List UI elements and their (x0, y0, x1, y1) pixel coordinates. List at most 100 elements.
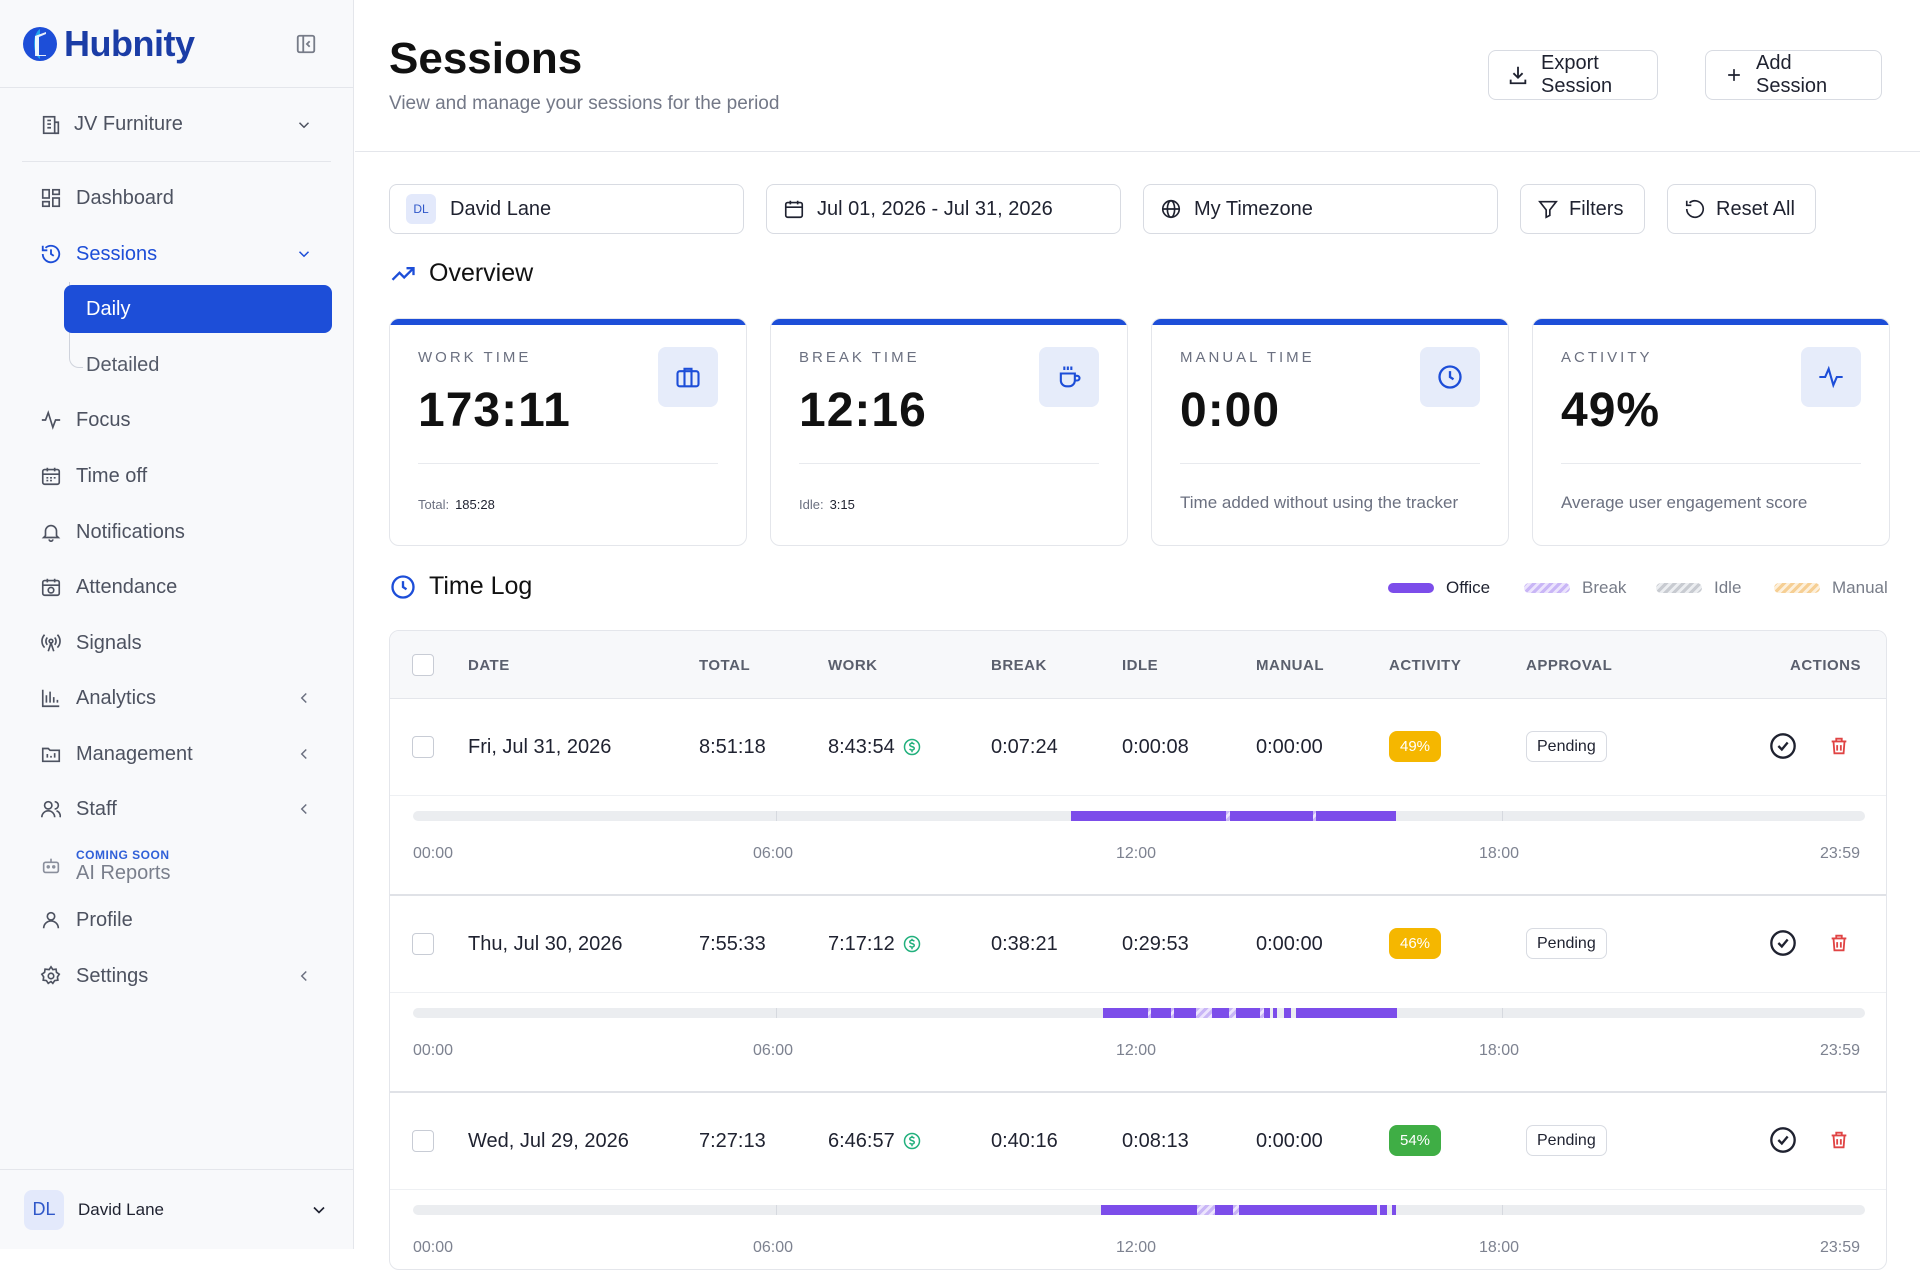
office-segment[interactable] (1211, 1008, 1230, 1018)
approve-check-icon[interactable] (1768, 731, 1798, 761)
sidebar-item-attendance[interactable]: Attendance (22, 565, 331, 609)
sidebar-subitem-daily[interactable]: Daily (64, 285, 332, 333)
office-segment[interactable] (1263, 1008, 1270, 1018)
column-header[interactable]: BREAK (991, 631, 1047, 699)
card-accent-bar (1533, 319, 1889, 325)
office-segment[interactable] (1236, 1008, 1260, 1018)
column-header[interactable]: WORK (828, 631, 878, 699)
page-title: Sessions (389, 34, 583, 83)
sidebar-item-signals[interactable]: Signals (22, 621, 331, 665)
history-icon (40, 243, 62, 265)
work-value: 8:43:54 (828, 735, 895, 758)
sidebar-subitem-detailed[interactable]: Detailed (64, 341, 332, 389)
date-cell: Wed, Jul 29, 2026 (468, 1129, 629, 1152)
office-segment[interactable] (1230, 811, 1314, 821)
office-segment[interactable] (1101, 1205, 1198, 1215)
column-header[interactable]: ACTIVITY (1389, 631, 1461, 699)
office-segment[interactable] (1102, 1008, 1148, 1018)
break-segment[interactable] (1195, 1008, 1212, 1018)
column-header[interactable]: TOTAL (699, 631, 750, 699)
sidebar-item-label: Settings (76, 964, 149, 987)
sidebar-item-label: Signals (76, 631, 142, 654)
logo-row: Hubnity (0, 0, 353, 88)
office-segment[interactable] (1380, 1205, 1388, 1215)
work-value: 6:46:57 (828, 1129, 895, 1152)
card-divider (1561, 463, 1861, 464)
overview-heading: Overview (389, 259, 533, 288)
building-icon (40, 114, 62, 136)
day-timeline[interactable] (413, 1205, 1865, 1215)
column-header[interactable]: MANUAL (1256, 631, 1324, 699)
day-timeline[interactable] (413, 1008, 1865, 1018)
approve-check-icon[interactable] (1768, 1125, 1798, 1155)
brand-logo[interactable]: Hubnity (22, 23, 195, 65)
delete-trash-icon[interactable] (1824, 1125, 1854, 1155)
office-segment[interactable] (1239, 1205, 1378, 1215)
card-footer-label: Total: (418, 497, 450, 512)
export-session-button[interactable]: Export Session (1488, 50, 1658, 100)
row-checkbox[interactable] (412, 736, 434, 758)
timezone-select[interactable]: My Timezone (1143, 184, 1498, 234)
current-user-menu[interactable]: DL David Lane (0, 1169, 353, 1249)
table-row: Fri, Jul 31, 2026 8:51:18 8:43:54 0:07:2… (390, 699, 1886, 896)
activity-badge: 46% (1389, 928, 1442, 959)
timeline-tick (776, 1205, 777, 1215)
billable-dollar-icon (903, 738, 921, 756)
sidebar-collapse-icon[interactable] (293, 31, 319, 57)
activity-card: ACTIVITY 49% Average user engagement sco… (1532, 318, 1890, 546)
office-segment[interactable] (1391, 1205, 1396, 1215)
day-timeline[interactable] (413, 811, 1865, 821)
sidebar-item-sessions[interactable]: Sessions (22, 232, 331, 276)
sidebar-item-dashboard[interactable]: Dashboard (22, 176, 331, 220)
work-time-card: WORK TIME 173:11 Total: 185:28 (389, 318, 747, 546)
sidebar-item-settings[interactable]: Settings (22, 954, 331, 998)
office-segment[interactable] (1070, 811, 1227, 821)
card-value: 12:16 (799, 384, 927, 437)
user-filter-select[interactable]: DL David Lane (389, 184, 744, 234)
timeline-axis-label: 23:59 (1820, 1239, 1861, 1256)
break-segment[interactable] (1197, 1205, 1215, 1215)
sidebar-item-profile[interactable]: Profile (22, 898, 331, 942)
office-segment[interactable] (1295, 1008, 1398, 1018)
office-segment[interactable] (1316, 811, 1396, 821)
chevron-left-icon (295, 689, 313, 707)
row-checkbox[interactable] (412, 1130, 434, 1152)
filters-button[interactable]: Filters (1520, 184, 1645, 234)
legend-swatch (1656, 583, 1702, 593)
column-header[interactable]: APPROVAL (1526, 631, 1612, 699)
office-segment[interactable] (1150, 1008, 1171, 1018)
page-subtitle: View and manage your sessions for the pe… (389, 93, 780, 114)
delete-trash-icon[interactable] (1824, 731, 1854, 761)
sidebar-item-management[interactable]: Management (22, 732, 331, 776)
add-session-button[interactable]: Add Session (1705, 50, 1882, 100)
sidebar-item-time-off[interactable]: Time off (22, 454, 331, 498)
timeline-tick (1502, 811, 1503, 821)
time-log-table: DATE TOTAL WORK BREAK IDLE MANUAL ACTIVI… (389, 630, 1887, 1270)
idle-cell: 0:29:53 (1122, 932, 1189, 955)
sidebar-item-label: AI Reports (76, 861, 171, 884)
time-log-heading: Time Log (389, 572, 532, 601)
sidebar-item-notifications[interactable]: Notifications (22, 510, 331, 554)
break-time-card: BREAK TIME 12:16 Idle: 3:15 (770, 318, 1128, 546)
users-icon (40, 798, 62, 820)
manual-cell: 0:00:00 (1256, 1129, 1323, 1152)
column-header[interactable]: IDLE (1122, 631, 1158, 699)
delete-trash-icon[interactable] (1824, 928, 1854, 958)
approve-check-icon[interactable] (1768, 928, 1798, 958)
column-header[interactable]: DATE (468, 631, 510, 699)
row-checkbox[interactable] (412, 933, 434, 955)
office-segment[interactable] (1173, 1008, 1196, 1018)
reset-all-button[interactable]: Reset All (1667, 184, 1816, 234)
office-segment[interactable] (1272, 1008, 1277, 1018)
sidebar-item-staff[interactable]: Staff (22, 787, 331, 831)
sidebar-item-focus[interactable]: Focus (22, 398, 331, 442)
legend-label: Manual (1832, 578, 1888, 597)
office-segment[interactable] (1214, 1205, 1234, 1215)
sidebar-item-analytics[interactable]: Analytics (22, 676, 331, 720)
office-segment[interactable] (1284, 1008, 1292, 1018)
org-selector[interactable]: JV Furniture (22, 88, 331, 162)
date-range-picker[interactable]: Jul 01, 2026 - Jul 31, 2026 (766, 184, 1121, 234)
select-all-checkbox[interactable] (412, 654, 434, 676)
legend-manual: Manual (1774, 578, 1888, 598)
break-segment[interactable] (1229, 1008, 1237, 1018)
